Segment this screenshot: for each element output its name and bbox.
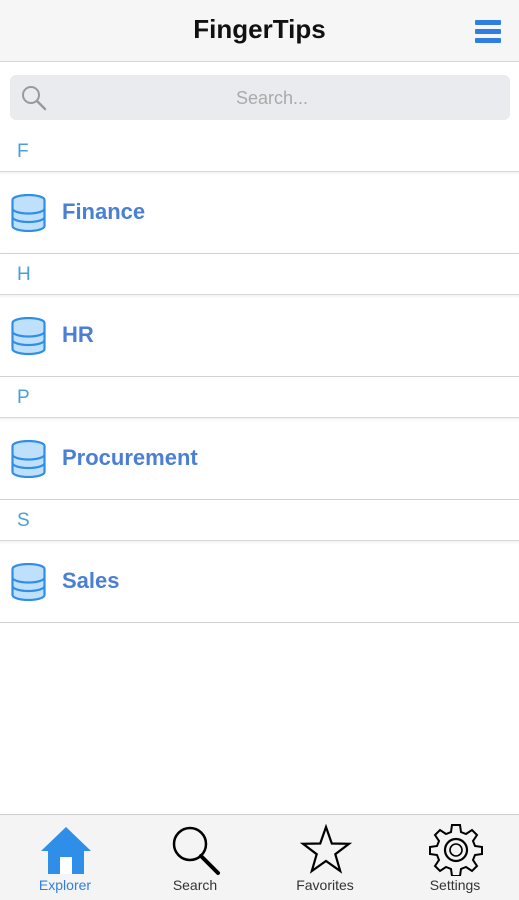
section-header-s: S: [0, 500, 519, 541]
tab-favorites[interactable]: Favorites: [260, 815, 390, 900]
app-screen: FingerTips F Finance H: [0, 0, 519, 900]
list-item-procurement[interactable]: Procurement: [0, 418, 519, 500]
home-icon: [41, 827, 91, 874]
section-header-p: P: [0, 377, 519, 418]
list-item-finance[interactable]: Finance: [0, 172, 519, 254]
database-icon: [11, 563, 46, 601]
section-letter: P: [17, 387, 30, 408]
database-icon: [11, 440, 46, 478]
section-letter: F: [17, 141, 29, 162]
category-list: F Finance H HR P Procurement S Sales: [0, 131, 519, 623]
database-icon: [11, 317, 46, 355]
tab-settings[interactable]: Settings: [390, 815, 519, 900]
section-letter: S: [17, 510, 30, 531]
list-item-hr[interactable]: HR: [0, 295, 519, 377]
tab-search[interactable]: Search: [130, 815, 260, 900]
tab-label: Settings: [429, 877, 481, 893]
list-item-label: Finance: [62, 199, 146, 224]
bottom-tab-bar: Explorer Search Favorites Settings: [0, 814, 519, 900]
section-header-f: F: [0, 131, 519, 172]
gear-icon: [429, 824, 483, 876]
hamburger-menu-icon[interactable]: [475, 20, 501, 44]
list-item-label: Sales: [62, 568, 120, 593]
tab-explorer[interactable]: Explorer: [0, 815, 130, 900]
section-letter: H: [17, 264, 31, 285]
search-icon: [172, 826, 220, 875]
search-bar[interactable]: [10, 75, 510, 122]
page-title: FingerTips: [193, 14, 326, 44]
list-item-sales[interactable]: Sales: [0, 541, 519, 623]
search-input[interactable]: [60, 75, 484, 122]
tab-label: Favorites: [296, 877, 354, 893]
list-item-label: HR: [62, 322, 94, 347]
tab-label: Explorer: [38, 877, 92, 893]
search-icon: [22, 86, 47, 111]
tab-label: Search: [172, 877, 218, 893]
app-header: FingerTips: [0, 0, 519, 62]
section-header-h: H: [0, 254, 519, 295]
list-item-label: Procurement: [62, 445, 198, 470]
database-icon: [11, 194, 46, 232]
star-icon: [299, 824, 353, 874]
